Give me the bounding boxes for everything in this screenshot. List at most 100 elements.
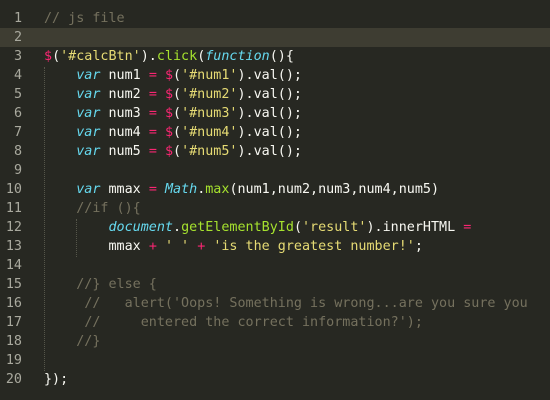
code-token: (: [173, 87, 182, 102]
code-text: document.getElementById('result').innerH…: [44, 218, 472, 237]
code-token: (: [173, 106, 182, 121]
code-text: // entered the correct information?');: [44, 313, 423, 332]
code-text: // js file: [44, 9, 125, 28]
line-number: 6: [13, 106, 22, 121]
code-text: //}: [44, 332, 100, 351]
code-token: $: [164, 106, 173, 121]
code-token: +: [148, 239, 157, 254]
code-token: mmax: [44, 239, 149, 254]
line-number: 16: [5, 296, 22, 311]
code-line[interactable]: 17 // entered the correct information?')…: [0, 313, 550, 332]
line-number: 12: [5, 220, 22, 235]
code-text: var num5 = $('#num5').val();: [44, 142, 302, 161]
code-line[interactable]: 19: [0, 351, 550, 370]
code-line[interactable]: 18 //}: [0, 332, 550, 351]
code-token: .: [173, 220, 182, 235]
indent-guide: [76, 219, 77, 257]
code-line[interactable]: 1 // js file: [0, 9, 550, 28]
code-line[interactable]: 16 // alert('Oops! Something is wrong...…: [0, 294, 550, 313]
code-line[interactable]: 2: [0, 28, 550, 47]
code-token: var: [76, 68, 101, 83]
code-token: });: [44, 372, 69, 387]
line-number: 15: [5, 277, 22, 292]
code-token: // js file: [44, 11, 125, 26]
code-token: (: [173, 144, 182, 159]
code-line[interactable]: 6 var num3 = $('#num3').val();: [0, 104, 550, 123]
code-token: max: [205, 182, 230, 197]
code-token: num1: [100, 68, 149, 83]
code-line[interactable]: 13 mmax + ' ' + 'is the greatest number!…: [0, 237, 550, 256]
code-token: var: [76, 125, 101, 140]
code-token: (: [52, 49, 61, 64]
code-line[interactable]: 10 var mmax = Math.max(num1,num2,num3,nu…: [0, 180, 550, 199]
code-token: num3: [100, 106, 149, 121]
code-text: var num3 = $('#num3').val();: [44, 104, 302, 123]
code-token: $: [164, 144, 173, 159]
code-line[interactable]: 12 document.getElementById('result').inn…: [0, 218, 550, 237]
code-token: //}: [76, 334, 101, 349]
code-token: ).val();: [237, 68, 303, 83]
code-line[interactable]: 5 var num2 = $('#num2').val();: [0, 85, 550, 104]
line-number: 10: [5, 182, 22, 197]
code-token: 'result': [302, 220, 367, 235]
code-text: var num1 = $('#num1').val();: [44, 66, 302, 85]
code-token: ' ': [164, 239, 190, 254]
code-line[interactable]: 9: [0, 161, 550, 180]
code-token: =: [148, 125, 157, 140]
code-token: ).innerHTML: [366, 220, 464, 235]
code-line[interactable]: 8 var num5 = $('#num5').val();: [0, 142, 550, 161]
code-token: ;: [414, 239, 423, 254]
code-token: Math: [164, 182, 198, 197]
line-number: 18: [5, 334, 22, 349]
line-number: 17: [5, 315, 22, 330]
code-text: });: [44, 370, 68, 389]
code-token: =: [148, 106, 157, 121]
code-token: getElementById: [181, 220, 294, 235]
code-token: //if (){: [76, 201, 141, 216]
code-token: '#num2': [181, 87, 238, 102]
code-line[interactable]: 14: [0, 256, 550, 275]
code-line[interactable]: 3 $('#calcBtn').click(function(){: [0, 47, 550, 66]
code-token: var: [76, 106, 101, 121]
code-token: var: [76, 182, 101, 197]
line-number: 5: [13, 87, 22, 102]
code-line[interactable]: 7 var num4 = $('#num4').val();: [0, 123, 550, 142]
code-token: mmax: [100, 182, 149, 197]
code-token: =: [463, 220, 472, 235]
line-number: 4: [13, 68, 22, 83]
code-token: ).val();: [237, 106, 303, 121]
code-line[interactable]: 11 //if (){: [0, 199, 550, 218]
code-line[interactable]: 20});: [0, 370, 550, 389]
line-number: 1: [13, 11, 22, 26]
code-token: $: [44, 49, 53, 64]
code-text: //if (){: [44, 199, 141, 218]
code-token: ).: [140, 49, 157, 64]
code-token: (num1,num2,num3,num4,num5): [229, 182, 440, 197]
line-number: 19: [5, 353, 22, 368]
code-line[interactable]: 4 var num1 = $('#num1').val();: [0, 66, 550, 85]
code-token: '#num5': [181, 144, 238, 159]
code-editor[interactable]: 1// js file 2 3 $('#calcBtn').click(functio…: [0, 0, 550, 400]
code-token: '#num3': [181, 106, 238, 121]
code-line[interactable]: 15 //} else {: [0, 275, 550, 294]
code-token: click: [156, 49, 198, 64]
code-text: var mmax = Math.max(num1,num2,num3,num4,…: [44, 180, 439, 199]
code-token: $: [164, 68, 173, 83]
code-token: $: [164, 125, 173, 140]
code-token: $: [164, 87, 173, 102]
line-number: 2: [13, 30, 22, 45]
code-token: ).val();: [237, 144, 303, 159]
